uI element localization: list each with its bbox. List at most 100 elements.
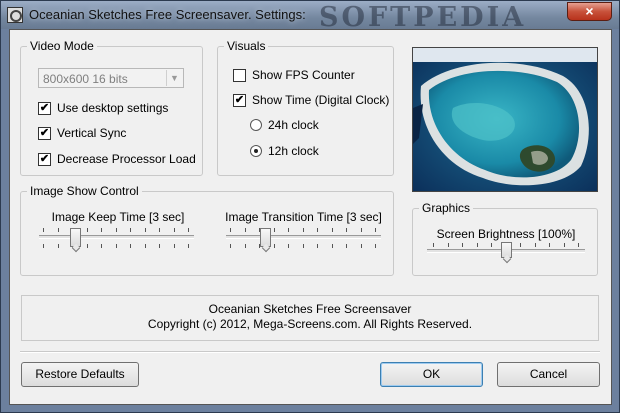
slider-tick: [273, 228, 275, 232]
image-transition-time-ticks-bottom: [230, 244, 376, 248]
slider-tick: [57, 244, 59, 248]
slider-tick: [173, 228, 175, 232]
vertical-sync-label: Vertical Sync: [57, 126, 127, 140]
slider-tick: [159, 228, 160, 232]
image-transition-time-label: Image Transition Time [3 sec]: [225, 210, 382, 224]
visuals-title: Visuals: [224, 39, 269, 53]
graphics-title: Graphics: [419, 201, 474, 215]
slider-tick: [462, 243, 463, 247]
use-desktop-settings-label: Use desktop settings: [57, 101, 169, 115]
close-icon: ×: [585, 3, 594, 19]
window-title: Oceanian Sketches Free Screensaver. Sett…: [29, 7, 306, 22]
chevron-down-icon: ▼: [166, 70, 182, 86]
dialog-client-area: Video Mode 800x600 16 bits ▼ ✔ Use deskt…: [9, 29, 612, 405]
image-keep-time-ticks: [43, 228, 189, 232]
slider-tick: [86, 244, 88, 248]
checkbox-checkmark-icon: ✔: [38, 101, 51, 115]
slider-tick: [331, 244, 333, 248]
radio-selected-icon: [250, 145, 262, 157]
slider-tick: [578, 243, 579, 247]
copyright-info-box: Oceanian Sketches Free Screensaver Copyr…: [21, 295, 599, 341]
slider-tick: [302, 228, 304, 232]
slider-tick: [173, 244, 175, 248]
slider-tick: [491, 243, 492, 247]
checkbox-checkmark-icon: ✔: [233, 93, 246, 107]
clock-12h-radio[interactable]: 12h clock: [250, 143, 319, 159]
cancel-button[interactable]: Cancel: [497, 362, 600, 387]
vertical-sync-checkbox[interactable]: ✔ Vertical Sync: [38, 125, 126, 141]
slider-tick: [244, 244, 246, 248]
show-fps-label: Show FPS Counter: [252, 68, 355, 82]
island-preview-image: [412, 47, 598, 192]
visuals-group: Visuals Show FPS Counter ✔ Show Time (Di…: [217, 39, 394, 176]
image-transition-time-track: [226, 235, 381, 239]
title-bar[interactable]: Oceanian Sketches Free Screensaver. Sett…: [1, 1, 619, 33]
slider-tick: [230, 228, 231, 232]
slider-tick: [288, 244, 289, 248]
image-keep-time-ticks-bottom: [43, 244, 189, 248]
divider: [20, 351, 600, 353]
slider-tick: [43, 228, 44, 232]
settings-window: Oceanian Sketches Free Screensaver. Sett…: [0, 0, 620, 413]
slider-tick: [375, 244, 376, 248]
slider-tick: [549, 243, 550, 247]
clock-24h-radio[interactable]: 24h clock: [250, 117, 319, 133]
show-fps-checkbox[interactable]: Show FPS Counter: [233, 67, 355, 83]
slider-tick: [317, 228, 318, 232]
image-keep-time-label: Image Keep Time [3 sec]: [51, 210, 185, 224]
slider-tick: [144, 228, 146, 232]
slider-tick: [346, 228, 347, 232]
use-desktop-settings-checkbox[interactable]: ✔ Use desktop settings: [38, 100, 168, 116]
image-show-control-group: Image Show Control Image Keep Time [3 se…: [20, 184, 394, 276]
slider-tick: [130, 228, 131, 232]
slider-tick: [86, 228, 88, 232]
slider-tick: [360, 228, 362, 232]
resolution-select: 800x600 16 bits ▼: [38, 68, 184, 88]
radio-empty-icon: [250, 119, 262, 131]
slider-tick: [115, 244, 117, 248]
screen-brightness-slider[interactable]: [500, 242, 512, 258]
slider-tick: [447, 243, 449, 247]
image-keep-time-slider[interactable]: [70, 228, 81, 247]
checkbox-checkmark-icon: ✔: [38, 152, 51, 166]
show-time-label: Show Time (Digital Clock): [252, 93, 390, 107]
video-mode-title: Video Mode: [27, 39, 97, 53]
resolution-value: 800x600 16 bits: [43, 72, 128, 86]
checkbox-checkmark-icon: ✔: [38, 126, 51, 140]
copyright-text: Copyright (c) 2012, Mega-Screens.com. Al…: [147, 317, 473, 331]
slider-tick: [433, 243, 434, 247]
slider-tick: [360, 244, 362, 248]
slider-tick: [130, 244, 131, 248]
product-name: Oceanian Sketches Free Screensaver: [208, 302, 412, 316]
slider-tick: [43, 244, 44, 248]
decrease-processor-load-label: Decrease Processor Load: [57, 152, 196, 166]
screen-brightness-label: Screen Brightness [100%]: [436, 227, 576, 241]
clock-24h-label: 24h clock: [268, 118, 319, 132]
slider-tick: [101, 228, 102, 232]
clock-12h-label: 12h clock: [268, 144, 319, 158]
graphics-group: Graphics Screen Brightness [100%]: [412, 201, 598, 276]
slider-tick: [188, 228, 189, 232]
slider-tick: [563, 243, 565, 247]
slider-tick: [288, 228, 289, 232]
app-icon: [7, 7, 23, 23]
slider-tick: [101, 244, 102, 248]
show-time-checkbox[interactable]: ✔ Show Time (Digital Clock): [233, 92, 389, 108]
video-mode-group: Video Mode 800x600 16 bits ▼ ✔ Use deskt…: [20, 39, 203, 176]
slider-tick: [57, 228, 59, 232]
checkbox-empty-icon: [233, 68, 246, 82]
image-keep-time-track: [39, 235, 194, 239]
slider-tick: [115, 228, 117, 232]
slider-tick: [317, 244, 318, 248]
slider-tick: [346, 244, 347, 248]
close-button[interactable]: ×: [567, 2, 612, 21]
decrease-processor-load-checkbox[interactable]: ✔ Decrease Processor Load: [38, 151, 196, 167]
slider-tick: [331, 228, 333, 232]
slider-tick: [230, 244, 231, 248]
slider-tick: [273, 244, 275, 248]
restore-defaults-button[interactable]: Restore Defaults: [21, 362, 139, 387]
ok-button[interactable]: OK: [380, 362, 483, 387]
image-transition-time-slider[interactable]: [259, 228, 271, 247]
slider-tick: [144, 244, 146, 248]
image-show-control-title: Image Show Control: [27, 184, 142, 198]
